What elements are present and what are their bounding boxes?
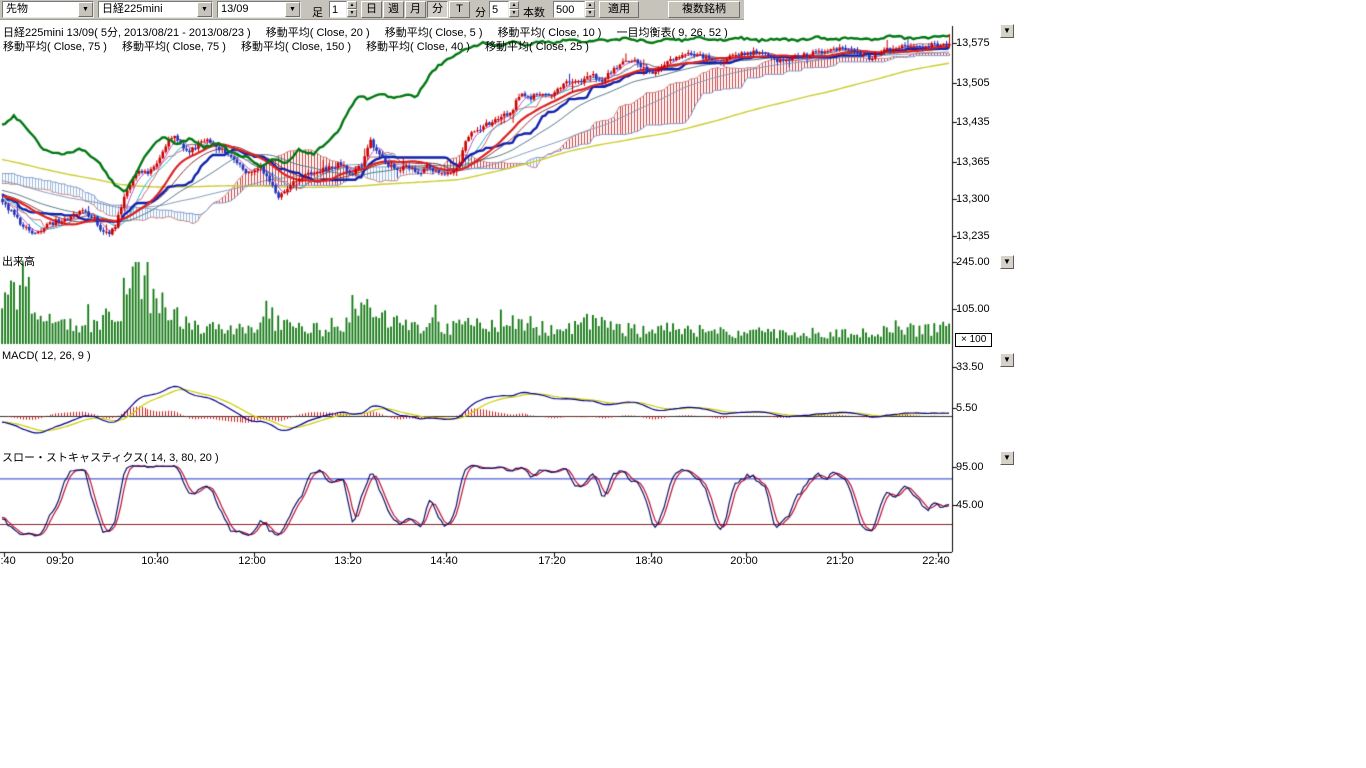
contract-month-select[interactable]: 13/09 ▼ bbox=[217, 1, 301, 18]
period-month-button[interactable]: 月 bbox=[405, 1, 426, 18]
period-week-button[interactable]: 週 bbox=[383, 1, 404, 18]
apply-button[interactable]: 適用 bbox=[599, 1, 639, 18]
time-axis-label: 22:40 bbox=[919, 555, 953, 567]
collapse-arrow-icon: ▼ bbox=[1003, 26, 1011, 35]
collapse-arrow-icon: ▼ bbox=[1003, 257, 1011, 266]
price-axis-label: 13,300 bbox=[956, 193, 1002, 205]
price-axis-label: 13,575 bbox=[956, 37, 1002, 49]
spin-up-icon[interactable]: ▲ bbox=[347, 1, 357, 9]
stoch-panel-collapse-button[interactable]: ▼ bbox=[1000, 451, 1014, 465]
spin-down-icon[interactable]: ▼ bbox=[509, 9, 519, 17]
market-select[interactable]: 先物 ▼ bbox=[2, 1, 94, 18]
price-panel-collapse-button[interactable]: ▼ bbox=[1000, 24, 1014, 38]
legend-ma25: 移動平均( Close, 25 ) bbox=[485, 41, 589, 53]
macd-axis-label: 5.50 bbox=[956, 402, 1002, 414]
collapse-arrow-icon: ▼ bbox=[1003, 355, 1011, 364]
symbol-select-value: 日経225mini bbox=[102, 3, 163, 16]
symbol-select[interactable]: 日経225mini ▼ bbox=[98, 1, 213, 18]
stoch-axis-label: 95.00 bbox=[956, 461, 1002, 473]
bar-count-label: 本数 bbox=[523, 4, 545, 20]
price-axis-label: 13,505 bbox=[956, 77, 1002, 89]
macd-axis-label: 33.50 bbox=[956, 361, 1002, 373]
time-axis-label: 13:20 bbox=[331, 555, 365, 567]
bar-count-input[interactable] bbox=[553, 1, 585, 18]
period-tick-button[interactable]: T bbox=[449, 1, 470, 18]
time-axis-label: 17:20 bbox=[535, 555, 569, 567]
dropdown-arrow-icon[interactable]: ▼ bbox=[78, 2, 93, 17]
time-axis-label: 20:00 bbox=[727, 555, 761, 567]
volume-axis-label: 245.00 bbox=[956, 256, 1002, 268]
collapse-arrow-icon: ▼ bbox=[1003, 453, 1011, 462]
market-select-value: 先物 bbox=[6, 3, 28, 16]
legend-row-2: 移動平均( Close, 75 ) 移動平均( Close, 75 ) 移動平均… bbox=[3, 38, 601, 54]
price-axis-label: 13,235 bbox=[956, 230, 1002, 242]
bar-count-stepper: ▲ ▼ bbox=[553, 1, 595, 18]
volume-axis-label: 105.00 bbox=[956, 303, 1002, 315]
time-axis-label: 02:40 bbox=[0, 555, 19, 567]
time-axis-label: 10:40 bbox=[138, 555, 172, 567]
bar-interval-stepper: ▲ ▼ bbox=[329, 1, 357, 18]
macd-panel-collapse-button[interactable]: ▼ bbox=[1000, 353, 1014, 367]
minute-input[interactable] bbox=[489, 1, 509, 18]
legend-ma150: 移動平均( Close, 150 ) bbox=[241, 41, 351, 53]
period-minute-button[interactable]: 分 bbox=[427, 1, 448, 18]
spin-down-icon[interactable]: ▼ bbox=[347, 9, 357, 17]
price-axis-label: 13,435 bbox=[956, 116, 1002, 128]
legend-ma75b: 移動平均( Close, 75 ) bbox=[122, 41, 226, 53]
volume-panel-label: 出来高 bbox=[2, 253, 35, 269]
time-axis-label: 21:20 bbox=[823, 555, 857, 567]
chart-canvas[interactable] bbox=[0, 0, 1014, 575]
bar-type-label: 足 bbox=[312, 4, 323, 20]
dropdown-arrow-icon[interactable]: ▼ bbox=[197, 2, 212, 17]
minute-stepper: ▲ ▼ bbox=[489, 1, 519, 18]
stochastics-panel-label: スロー・ストキャスティクス( 14, 3, 80, 20 ) bbox=[2, 449, 219, 465]
multi-symbol-button[interactable]: 複数銘柄 bbox=[668, 1, 740, 18]
bar-interval-input[interactable] bbox=[329, 1, 347, 18]
period-day-button[interactable]: 日 bbox=[361, 1, 382, 18]
dropdown-arrow-icon[interactable]: ▼ bbox=[285, 2, 300, 17]
toolbar: 先物 ▼ 日経225mini ▼ 13/09 ▼ 足 ▲ ▼ 日 週 月 分 T… bbox=[0, 0, 744, 20]
legend-ma40: 移動平均( Close, 40 ) bbox=[366, 41, 470, 53]
spin-down-icon[interactable]: ▼ bbox=[585, 9, 595, 17]
price-axis-label: 13,365 bbox=[956, 156, 1002, 168]
time-axis-label: 18:40 bbox=[632, 555, 666, 567]
volume-panel-collapse-button[interactable]: ▼ bbox=[1000, 255, 1014, 269]
legend-ma75a: 移動平均( Close, 75 ) bbox=[3, 41, 107, 53]
minute-label: 分 bbox=[475, 4, 486, 20]
legend-ichimoku: 一目均衡表( 9, 26, 52 ) bbox=[617, 27, 728, 39]
stoch-axis-label: 45.00 bbox=[956, 499, 1002, 511]
volume-multiplier-badge: × 100 bbox=[955, 333, 992, 347]
time-axis-label: 09:20 bbox=[43, 555, 77, 567]
macd-panel-label: MACD( 12, 26, 9 ) bbox=[2, 350, 91, 362]
time-axis-label: 12:00 bbox=[235, 555, 269, 567]
spin-up-icon[interactable]: ▲ bbox=[585, 1, 595, 9]
time-axis-label: 14:40 bbox=[427, 555, 461, 567]
contract-month-value: 13/09 bbox=[221, 3, 249, 16]
spin-up-icon[interactable]: ▲ bbox=[509, 1, 519, 9]
